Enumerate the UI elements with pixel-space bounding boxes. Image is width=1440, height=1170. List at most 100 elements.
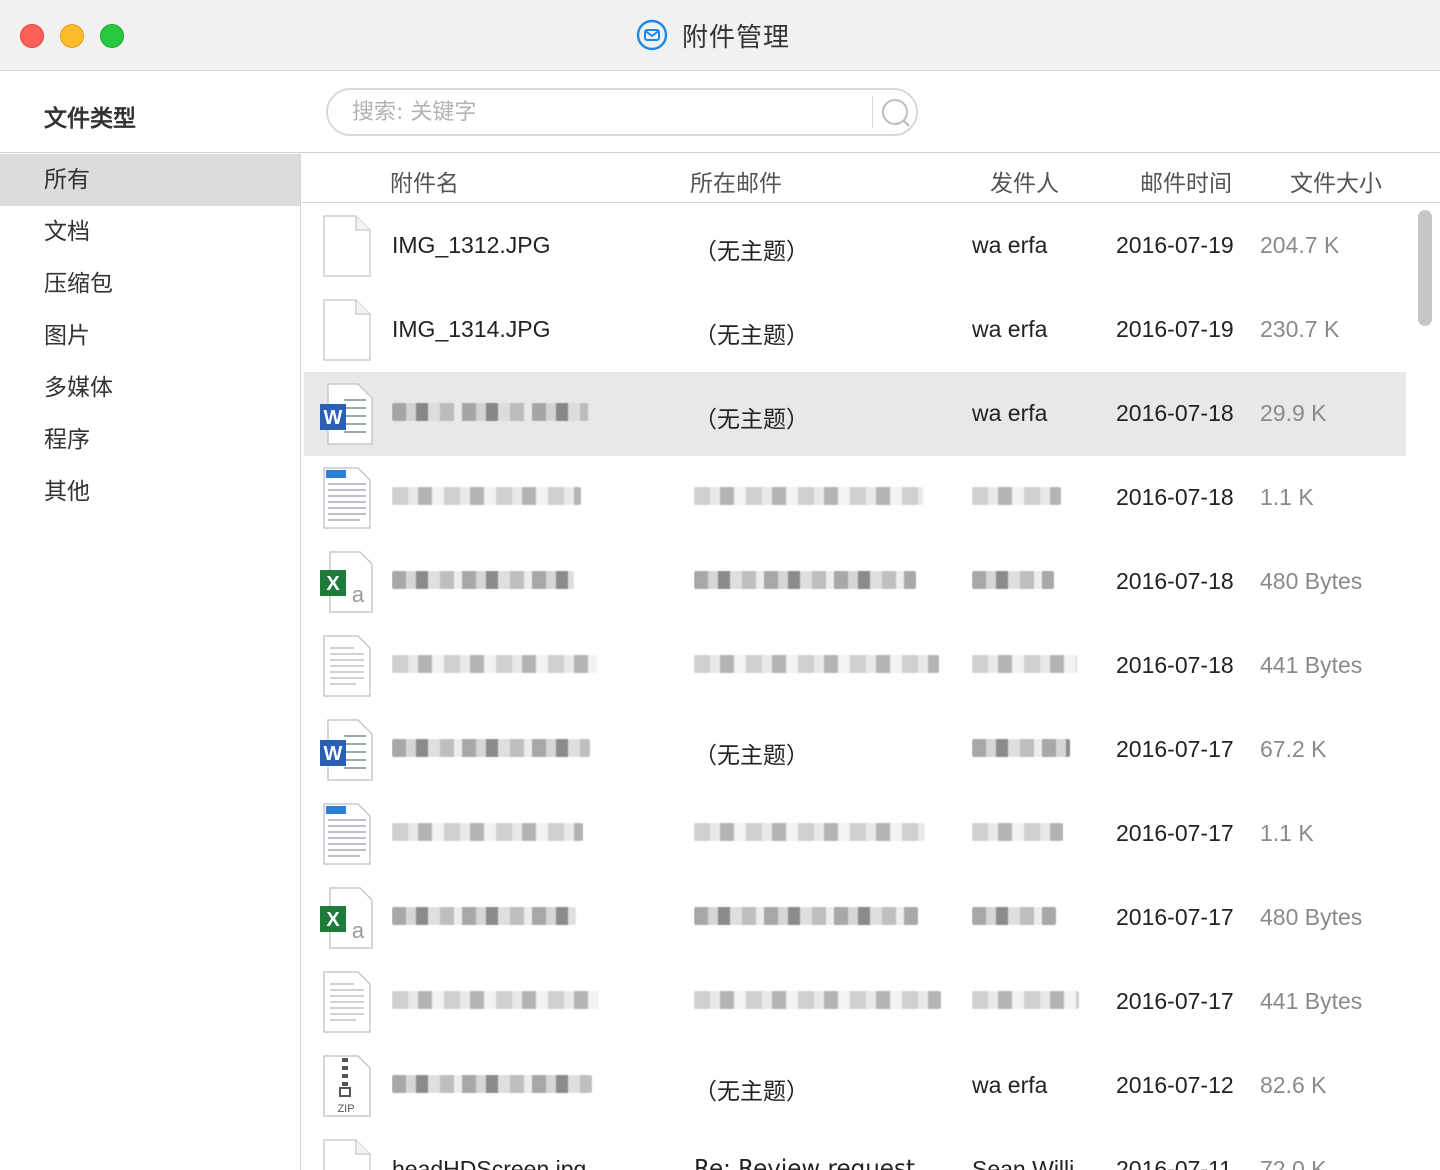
table-row[interactable]: Xa 2016-07-17 480 Bytes xyxy=(304,876,1406,960)
redacted-text xyxy=(972,907,1056,925)
cell-file-size: 67.2 K xyxy=(1260,736,1327,762)
cell-attachment-name: headHDScreen.jpg xyxy=(392,1156,587,1170)
cell-mail-subject: Re: Review request xyxy=(694,1156,915,1170)
cell-sender xyxy=(972,820,1102,847)
cell-file-size: 29.9 K xyxy=(1260,400,1327,426)
svg-text:ZIP: ZIP xyxy=(337,1103,354,1115)
sidebar-item-label: 其他 xyxy=(44,479,90,505)
table-row[interactable]: 2016-07-17 441 Bytes xyxy=(304,960,1406,1044)
cell-file-size: 1.1 K xyxy=(1260,484,1314,510)
redacted-text xyxy=(972,655,1077,673)
table-row[interactable]: ZIP （无主题） wa erfa 2016-07-12 82.6 K xyxy=(304,1044,1406,1128)
window-close-button[interactable] xyxy=(20,24,44,48)
search-icon[interactable] xyxy=(878,95,912,129)
column-header-size[interactable]: 文件大小 xyxy=(1290,164,1382,198)
cell-sender xyxy=(972,568,1102,595)
excel-icon: Xa xyxy=(320,886,374,950)
cell-mail-time: 2016-07-11 xyxy=(1116,1156,1232,1170)
table-row[interactable]: IMG_1312.JPG （无主题） wa erfa 2016-07-19 204.7 … xyxy=(304,204,1406,288)
table-row[interactable]: IMG_1314.JPG （无主题） wa erfa 2016-07-19 230.7 … xyxy=(304,288,1406,372)
sidebar-item-label: 压缩包 xyxy=(44,271,113,297)
word-doc-icon: W xyxy=(320,382,374,446)
cell-sender: wa erfa xyxy=(972,232,1048,258)
table-row[interactable]: 2016-07-17 1.1 K xyxy=(304,792,1406,876)
cell-mail-time: 2016-07-18 xyxy=(1116,568,1234,594)
cell-attachment-name xyxy=(392,568,662,595)
cell-sender xyxy=(972,652,1102,679)
sidebar-item-other[interactable]: 其他 xyxy=(0,466,300,518)
sidebar-item-label: 所有 xyxy=(44,167,90,193)
column-header-time[interactable]: 邮件时间 xyxy=(1140,164,1232,198)
table-row[interactable]: W （无主题） 2016-07-17 67.2 K xyxy=(304,708,1406,792)
file-type-heading: 文件类型 xyxy=(44,106,136,132)
title-bar: 附件管理 xyxy=(0,0,1440,71)
redacted-text xyxy=(694,487,923,505)
cell-mail-time: 2016-07-17 xyxy=(1116,736,1234,762)
search-box[interactable] xyxy=(326,88,918,136)
table-row[interactable]: Xa 2016-07-18 480 Bytes xyxy=(304,540,1406,624)
cell-attachment-name xyxy=(392,400,662,427)
table-row[interactable]: 2016-07-18 1.1 K xyxy=(304,456,1406,540)
cell-mail-time: 2016-07-18 xyxy=(1116,400,1234,426)
redacted-text xyxy=(972,739,1070,757)
table-row[interactable]: 2016-07-18 441 Bytes xyxy=(304,624,1406,708)
cell-mail-time: 2016-07-18 xyxy=(1116,484,1234,510)
sidebar-item-images[interactable]: 图片 xyxy=(0,310,300,362)
cell-attachment-name xyxy=(392,820,662,847)
search-input[interactable] xyxy=(352,90,862,134)
redacted-text xyxy=(694,823,925,841)
generic-file-icon xyxy=(320,1138,374,1170)
cell-mail-subject xyxy=(694,988,954,1015)
scrollbar-thumb[interactable] xyxy=(1418,210,1432,326)
cell-file-size: 441 Bytes xyxy=(1260,988,1363,1014)
excel-icon: Xa xyxy=(320,550,374,614)
cell-file-size: 441 Bytes xyxy=(1260,652,1363,678)
sidebar-item-archives[interactable]: 压缩包 xyxy=(0,258,300,310)
sidebar-item-documents[interactable]: 文档 xyxy=(0,206,300,258)
cell-attachment-name xyxy=(392,484,662,511)
table-row[interactable]: headHDScreen.jpg Re: Review request Sean W… xyxy=(304,1128,1406,1170)
sidebar-item-programs[interactable]: 程序 xyxy=(0,414,300,466)
column-header-sender[interactable]: 发件人 xyxy=(990,164,1059,198)
window-zoom-button[interactable] xyxy=(100,24,124,48)
generic-file-icon xyxy=(320,298,374,362)
cell-mail-subject xyxy=(694,652,954,679)
text-file-icon xyxy=(320,634,374,698)
cell-attachment-name xyxy=(392,988,662,1015)
redacted-text xyxy=(392,739,590,757)
column-header-name[interactable]: 附件名 xyxy=(390,164,459,198)
word-doc-icon: W xyxy=(320,718,374,782)
mail-envelope-icon xyxy=(636,19,668,51)
table-row[interactable]: W （无主题） wa erfa 2016-07-18 29.9 K xyxy=(304,372,1406,456)
redacted-text xyxy=(392,907,576,925)
cell-sender xyxy=(972,484,1102,511)
redacted-text xyxy=(392,403,588,421)
search-separator xyxy=(872,96,873,128)
cell-mail-time: 2016-07-18 xyxy=(1116,652,1234,678)
sidebar-item-media[interactable]: 多媒体 xyxy=(0,362,300,414)
zip-file-icon: ZIP xyxy=(320,1054,374,1118)
sidebar: 所有 文档 压缩包 图片 多媒体 程序 其他 xyxy=(0,154,301,1170)
scrollbar-track[interactable] xyxy=(1410,204,1440,1170)
sidebar-item-all[interactable]: 所有 xyxy=(0,154,300,206)
cell-mail-subject xyxy=(694,904,954,931)
sidebar-item-label: 多媒体 xyxy=(44,375,113,401)
window-minimize-button[interactable] xyxy=(60,24,84,48)
redacted-text xyxy=(972,823,1063,841)
cell-mail-time: 2016-07-12 xyxy=(1116,1072,1234,1098)
word-text-icon xyxy=(320,466,374,530)
cell-sender: Sean Willi xyxy=(972,1156,1075,1170)
table-header: 附件名 所在邮件 发件人 邮件时间 文件大小 xyxy=(302,154,1440,203)
generic-file-icon xyxy=(320,214,374,278)
redacted-text xyxy=(392,991,599,1009)
cell-attachment-name xyxy=(392,652,662,679)
redacted-text xyxy=(392,487,581,505)
window-title-group: 附件管理 xyxy=(636,18,790,53)
redacted-text xyxy=(694,907,918,925)
redacted-text xyxy=(694,571,916,589)
svg-text:a: a xyxy=(352,582,365,607)
column-header-mail[interactable]: 所在邮件 xyxy=(690,164,782,198)
cell-mail-time: 2016-07-19 xyxy=(1116,316,1234,342)
cell-mail-subject xyxy=(694,820,954,847)
cell-mail-time: 2016-07-17 xyxy=(1116,820,1234,846)
